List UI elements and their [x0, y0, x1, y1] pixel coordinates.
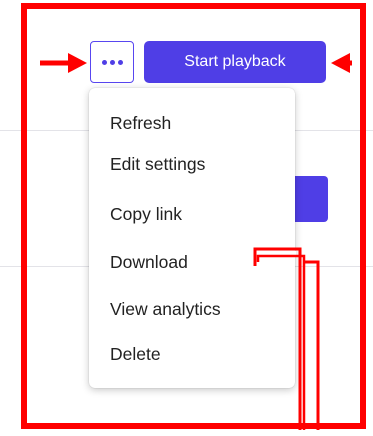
arrow-right-icon — [40, 53, 87, 73]
arrow-left-icon — [331, 53, 352, 73]
annotation-overlay — [40, 53, 352, 430]
download-pointer — [253, 247, 320, 430]
